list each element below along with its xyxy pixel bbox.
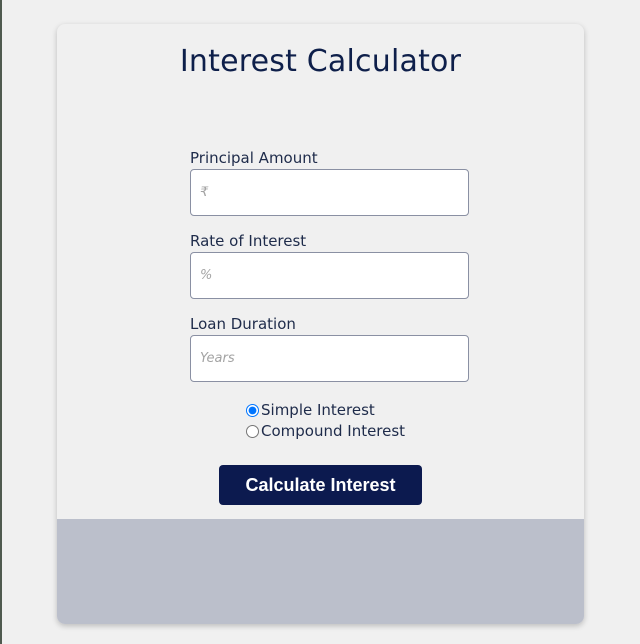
simple-interest-label: Simple Interest (261, 401, 375, 419)
compound-interest-radio[interactable] (246, 424, 259, 438)
simple-interest-option[interactable]: Simple Interest (246, 401, 375, 419)
principal-input[interactable] (190, 169, 469, 216)
result-panel (57, 519, 584, 624)
compound-interest-option[interactable]: Compound Interest (246, 422, 405, 440)
page-title: Interest Calculator (179, 44, 462, 79)
duration-label: Loan Duration (190, 315, 296, 333)
simple-interest-radio[interactable] (246, 403, 259, 417)
rate-input[interactable] (190, 252, 469, 299)
duration-input[interactable] (190, 335, 469, 382)
compound-interest-label: Compound Interest (261, 422, 406, 440)
rate-label: Rate of Interest (190, 232, 307, 250)
calculate-interest-button[interactable]: Calculate Interest (219, 465, 422, 505)
calculator-card: Interest Calculator Principal Amount Rat… (57, 24, 584, 624)
principal-label: Principal Amount (190, 149, 318, 167)
window-left-border (0, 0, 2, 644)
